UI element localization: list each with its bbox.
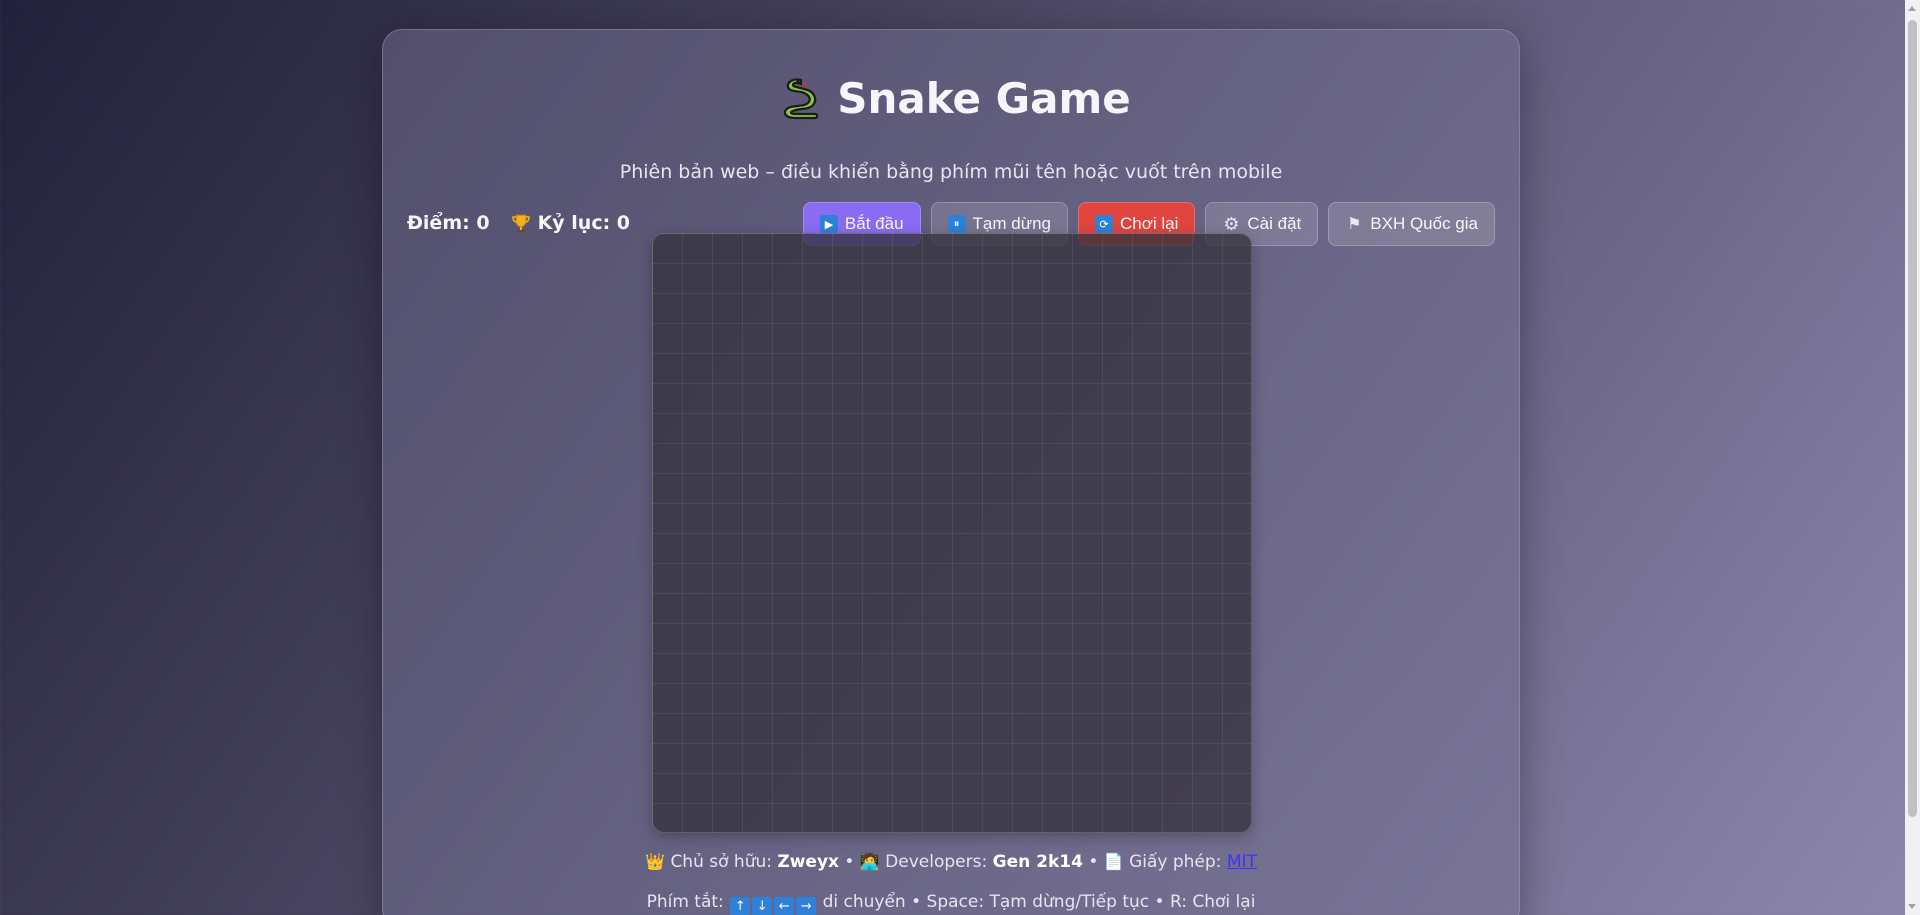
- shortcuts-line: Phím tắt: ↑ ↓ ← → di chuyển • Space: Tạm dừ…: [383, 892, 1519, 915]
- arrow-down-key-icon: ↓: [752, 896, 773, 915]
- record-display: Kỷ lục: 0: [510, 212, 630, 234]
- snake-icon: [784, 78, 819, 120]
- developers-label: Developers:: [885, 852, 988, 872]
- credits-line: 👑 Chủ sở hữu: Zweyx • 🧑‍💻 Developers: Ge…: [383, 852, 1519, 872]
- title-row: Snake Game: [383, 72, 1519, 132]
- owner-name: Zweyx: [777, 852, 839, 872]
- restart-button-label: Chơi lại: [1120, 214, 1179, 233]
- separator: •: [844, 852, 855, 872]
- scroll-down-icon[interactable]: [1908, 904, 1916, 909]
- settings-button-label: Cài đặt: [1247, 214, 1302, 233]
- vertical-scrollbar[interactable]: [1905, 0, 1920, 915]
- separator: •: [1088, 852, 1099, 872]
- shortcuts-label: Phím tắt:: [646, 892, 724, 912]
- license-link[interactable]: MIT: [1227, 852, 1257, 872]
- refresh-icon: ⟳: [1095, 215, 1113, 233]
- document-icon: 📄: [1103, 852, 1124, 871]
- pause-icon: ⏸: [947, 215, 966, 233]
- owner-label: Chủ sở hữu:: [670, 852, 772, 872]
- arrow-left-key-icon: ←: [774, 896, 795, 915]
- scroll-up-icon[interactable]: [1908, 6, 1916, 11]
- start-button-label: Bắt đầu: [844, 214, 904, 233]
- arrow-right-key-icon: →: [796, 896, 817, 915]
- score-display: Điểm: 0: [407, 212, 490, 234]
- game-card: Snake Game Phiên bản web – điều khiển bằ…: [382, 29, 1520, 915]
- score-label: Điểm: 0: [407, 212, 490, 234]
- leaderboard-button[interactable]: ⚑ BXH Quốc gia: [1328, 202, 1495, 246]
- play-icon: ▶: [819, 215, 838, 233]
- developer-icon: 🧑‍💻: [859, 852, 880, 871]
- license-label: Giấy phép:: [1129, 852, 1222, 872]
- gear-icon: ⚙: [1223, 213, 1240, 234]
- crown-icon: 👑: [645, 852, 666, 871]
- arrow-up-key-icon: ↑: [730, 896, 751, 915]
- game-board[interactable]: [652, 233, 1252, 833]
- developers-name: Gen 2k14: [992, 852, 1083, 872]
- record-label: Kỷ lục: 0: [537, 212, 631, 234]
- score-panel: Điểm: 0 Kỷ lục: 0: [407, 212, 630, 234]
- title-text: Snake Game: [837, 73, 1131, 123]
- pause-button-label: Tạm dừng: [972, 214, 1051, 233]
- shortcuts-text: di chuyển • Space: Tạm dừng/Tiếp tục • R…: [822, 892, 1256, 912]
- checkered-flag-icon: ⚑: [1347, 216, 1362, 233]
- subtitle: Phiên bản web – điều khiển bằng phím mũi…: [619, 161, 1283, 183]
- page-title: Snake Game: [771, 72, 1131, 124]
- leaderboard-button-label: BXH Quốc gia: [1370, 214, 1478, 233]
- trophy-icon: [511, 214, 530, 233]
- scrollbar-thumb[interactable]: [1908, 20, 1917, 817]
